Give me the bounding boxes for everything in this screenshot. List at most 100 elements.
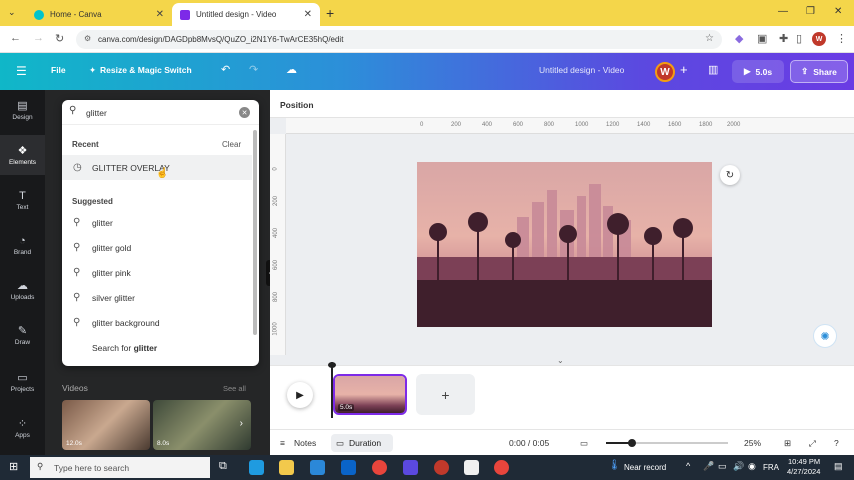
notes-button[interactable]: Notes: [294, 438, 316, 448]
rotate-refresh-icon[interactable]: ↻: [720, 165, 740, 185]
zoom-percent[interactable]: 25%: [744, 438, 761, 448]
rail-item-text[interactable]: T Text: [0, 180, 45, 220]
chevron-right-icon[interactable]: ›: [240, 418, 243, 429]
rail-item-draw[interactable]: ✎ Draw: [0, 315, 45, 355]
rail-item-uploads[interactable]: ☁ Uploads: [0, 270, 45, 310]
new-tab-plus-icon[interactable]: +: [326, 5, 334, 21]
share-button[interactable]: ⇪ Share: [790, 60, 848, 83]
document-title[interactable]: Untitled design - Video: [539, 65, 624, 75]
position-button[interactable]: Position: [280, 100, 314, 110]
rail-item-elements[interactable]: ❖ Elements: [0, 135, 45, 175]
close-tab-icon[interactable]: ✕: [304, 9, 312, 20]
suggestion-item[interactable]: ⚲ silver glitter: [62, 285, 252, 310]
dropdown-scrollbar[interactable]: [253, 130, 257, 335]
minimize-icon[interactable]: —: [778, 6, 788, 17]
hamburger-menu-icon[interactable]: ☰: [16, 64, 27, 78]
recorder-icon[interactable]: [434, 460, 449, 475]
present-duration-button[interactable]: ▶ 5.0s: [732, 60, 784, 83]
language-indicator[interactable]: FRA: [763, 463, 779, 472]
insights-chart-icon[interactable]: ▥: [708, 63, 718, 76]
file-menu-button[interactable]: File: [51, 65, 66, 75]
search-for-item[interactable]: Search for glitter: [62, 335, 252, 360]
extension-2-icon[interactable]: ▣: [757, 32, 767, 45]
profile-avatar[interactable]: W: [812, 32, 826, 46]
microphone-icon[interactable]: 🎤: [703, 461, 714, 472]
duration-label: 5.0s: [755, 66, 773, 77]
rail-item-design[interactable]: ▤ Design: [0, 90, 45, 130]
address-bar[interactable]: ⚙ canva.com/design/DAGDpb8MvsQ/QuZO_i2N1…: [76, 30, 722, 49]
store-icon[interactable]: [310, 460, 325, 475]
duration-button[interactable]: ▭ Duration: [331, 434, 393, 452]
suggestion-item[interactable]: ⚲ glitter gold: [62, 235, 252, 260]
forward-icon[interactable]: →: [33, 32, 44, 44]
help-icon[interactable]: ?: [834, 438, 839, 448]
puzzle-icon[interactable]: ✚: [779, 32, 788, 45]
video-favicon-icon: [180, 9, 190, 20]
site-info-icon[interactable]: ⚙: [84, 34, 91, 43]
brand-icon: ◔: [19, 234, 26, 247]
clear-recent-button[interactable]: Clear: [222, 140, 241, 149]
task-view-icon[interactable]: ⧉: [219, 460, 227, 473]
tray-chevron-icon[interactable]: ^: [686, 461, 690, 471]
chrome-active-icon[interactable]: [494, 460, 509, 475]
fullscreen-icon[interactable]: ⤢: [809, 438, 816, 449]
back-icon[interactable]: ←: [10, 32, 21, 44]
bottom-toolbar: ≡ Notes ▭ Duration 0:00 / 0:05 ▭ 25% ⊞ ⤢…: [270, 429, 854, 455]
suggestion-item[interactable]: ⚲ glitter pink: [62, 260, 252, 285]
close-tab-icon[interactable]: ✕: [156, 9, 164, 20]
windows-start-icon[interactable]: ⊞: [9, 460, 18, 473]
mail-icon[interactable]: [341, 460, 356, 475]
search-icon: ⚲: [73, 317, 81, 328]
sidebar-icon[interactable]: ▯: [796, 32, 802, 45]
play-button[interactable]: ▶: [287, 382, 313, 408]
search-input[interactable]: [86, 105, 236, 120]
suggestion-item[interactable]: ⚲ glitter: [62, 210, 252, 235]
canvas-page-image[interactable]: [417, 162, 712, 327]
playhead-handle[interactable]: [328, 362, 336, 368]
expand-timeline-chevron-icon[interactable]: ⌄: [557, 356, 564, 365]
tab-home-canva[interactable]: Home - Canva ✕: [26, 3, 172, 26]
close-window-icon[interactable]: ✕: [834, 6, 842, 17]
tab-search-chevron-icon[interactable]: ⌄: [8, 7, 16, 18]
rail-item-apps[interactable]: ⁘ Apps: [0, 408, 45, 448]
tab-untitled-design[interactable]: Untitled design - Video ✕: [172, 3, 320, 26]
video-thumbnail[interactable]: 8.0s ›: [153, 400, 251, 450]
clear-search-icon[interactable]: ✕: [239, 107, 250, 118]
magic-assistant-icon[interactable]: ✺: [813, 324, 837, 348]
taskbar-search[interactable]: ⚲ Type here to search: [30, 457, 210, 478]
network-icon[interactable]: ▭: [718, 461, 727, 472]
bookmark-star-icon[interactable]: ☆: [705, 33, 714, 44]
fit-screen-icon[interactable]: ▭: [580, 438, 588, 449]
reload-icon[interactable]: ↻: [55, 32, 64, 45]
notifications-icon[interactable]: ▤: [834, 461, 843, 472]
chrome-menu-icon[interactable]: ⋮: [836, 32, 847, 45]
user-avatar[interactable]: W: [655, 62, 675, 82]
editor-header: ☰ File ✦ Resize & Magic Switch ↶ ↷ ☁ Unt…: [0, 53, 854, 90]
suggestion-item[interactable]: ⚲ glitter background: [62, 310, 252, 335]
volume-icon[interactable]: 🔊: [733, 461, 744, 472]
clock-time[interactable]: 10:49 PM: [788, 457, 820, 466]
add-collaborator-icon[interactable]: +: [680, 62, 688, 77]
timeline-clip[interactable]: 5.0s: [333, 374, 407, 415]
camera-icon[interactable]: ◉: [748, 461, 756, 472]
zoom-slider-thumb[interactable]: [628, 439, 636, 447]
weather-text[interactable]: Near record: [624, 463, 666, 472]
chrome-icon[interactable]: [372, 460, 387, 475]
extension-icon[interactable]: ◆: [735, 32, 743, 45]
notepad-icon[interactable]: [464, 460, 479, 475]
app-icon[interactable]: [403, 460, 418, 475]
clock-date[interactable]: 4/27/2024: [787, 467, 820, 476]
redo-icon[interactable]: ↷: [249, 63, 258, 76]
edge-icon[interactable]: [249, 460, 264, 475]
grid-view-icon[interactable]: ⊞: [784, 438, 791, 449]
file-explorer-icon[interactable]: [279, 460, 294, 475]
resize-magic-switch-button[interactable]: Resize & Magic Switch: [100, 65, 192, 75]
undo-icon[interactable]: ↶: [221, 63, 230, 76]
see-all-link[interactable]: See all: [223, 384, 246, 393]
rail-item-brand[interactable]: ◔ Brand: [0, 225, 45, 265]
add-page-button[interactable]: +: [416, 374, 475, 415]
restore-icon[interactable]: ❐: [806, 6, 815, 17]
search-for-term: glitter: [133, 342, 158, 353]
video-thumbnail[interactable]: 12.0s: [62, 400, 150, 450]
rail-item-projects[interactable]: ▭ Projects: [0, 362, 45, 402]
